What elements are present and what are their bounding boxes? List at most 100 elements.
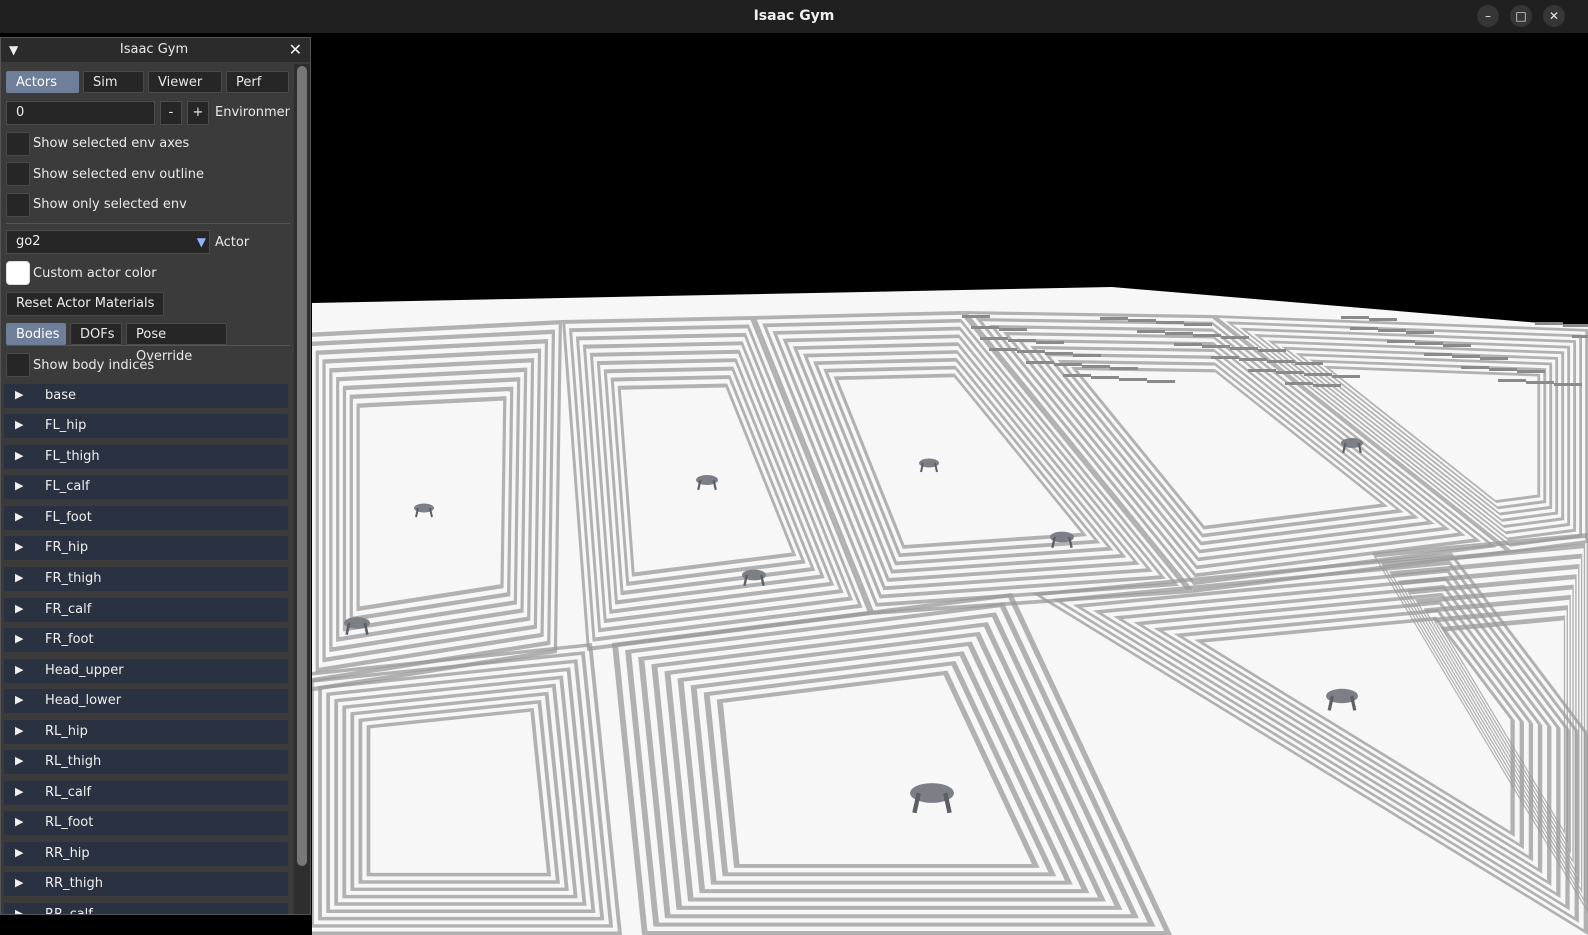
expand-arrow-icon: ▶ xyxy=(15,510,24,523)
body-name: FR_thigh xyxy=(45,571,102,586)
expand-arrow-icon: ▶ xyxy=(15,754,24,767)
body-name: base xyxy=(45,388,76,403)
terrain-block xyxy=(1285,382,1313,385)
expand-arrow-icon: ▶ xyxy=(15,724,24,737)
panel-close-icon[interactable]: ✕ xyxy=(289,40,302,59)
body-tree-row[interactable]: ▶ RL_thigh xyxy=(4,750,288,774)
stair-step xyxy=(1555,357,1559,515)
stair-step xyxy=(356,403,360,612)
terrain-block xyxy=(1045,352,1073,355)
tab-bodies[interactable]: Bodies xyxy=(6,323,66,345)
stair-step xyxy=(1563,615,1566,835)
body-tree-row[interactable]: ▶ RL_calf xyxy=(4,781,288,805)
close-window-icon[interactable]: ✕ xyxy=(1543,5,1565,27)
terrain-block xyxy=(1480,357,1508,360)
environment-index-input[interactable]: 0 xyxy=(6,101,155,125)
terrain-block xyxy=(1276,371,1304,374)
body-tree-row[interactable]: ▶ FR_foot xyxy=(4,628,288,652)
body-tree-row[interactable]: ▶ RL_foot xyxy=(4,811,288,835)
body-tree-row[interactable]: ▶ RR_hip xyxy=(4,842,288,866)
terrain-block xyxy=(1230,347,1258,350)
body-name: FL_hip xyxy=(45,418,87,433)
terrain-block xyxy=(1443,344,1471,347)
terrain-block xyxy=(1073,354,1101,357)
tab-actors[interactable]: Actors xyxy=(6,71,79,93)
body-name: RL_thigh xyxy=(45,754,102,769)
tab-sim[interactable]: Sim xyxy=(83,71,144,93)
tab-perf[interactable]: Perf xyxy=(226,71,289,93)
show-only-env-checkbox[interactable] xyxy=(6,193,30,217)
terrain-block xyxy=(1461,366,1489,369)
terrain-block xyxy=(1452,355,1480,358)
body-tree-row[interactable]: ▶ FR_calf xyxy=(4,598,288,622)
maximize-icon[interactable]: □ xyxy=(1510,5,1532,27)
terrain-block xyxy=(1295,362,1323,365)
body-tree-row[interactable]: ▶ Head_upper xyxy=(4,659,288,683)
terrain-block xyxy=(1091,376,1119,379)
terrain-block xyxy=(1378,329,1406,332)
terrain-block xyxy=(1239,358,1267,361)
terrain-block xyxy=(1119,378,1147,381)
body-tree-row[interactable]: ▶ FL_hip xyxy=(4,414,288,438)
terrain-block xyxy=(1341,316,1369,319)
custom-actor-color-swatch[interactable] xyxy=(6,261,30,285)
body-name: Head_upper xyxy=(45,663,124,678)
chevron-down-icon: ▼ xyxy=(196,235,206,249)
body-tree-row[interactable]: ▶ base xyxy=(4,384,288,408)
show-env-outline-checkbox[interactable] xyxy=(6,162,30,186)
expand-arrow-icon: ▶ xyxy=(15,418,24,431)
body-name: RR_thigh xyxy=(45,876,104,891)
reset-actor-materials-button[interactable]: Reset Actor Materials xyxy=(6,292,165,316)
stair-step xyxy=(349,394,353,622)
body-tree-row[interactable]: ▶ FL_calf xyxy=(4,475,288,499)
body-tree-row[interactable]: ▶ FL_thigh xyxy=(4,445,288,469)
body-tree-row[interactable]: ▶ FL_foot xyxy=(4,506,288,530)
expand-arrow-icon: ▶ xyxy=(15,540,24,553)
tab-dofs[interactable]: DOFs xyxy=(70,323,122,345)
stair-step xyxy=(1569,594,1571,855)
expand-arrow-icon: ▶ xyxy=(15,876,24,889)
terrain-block xyxy=(1211,356,1239,359)
terrain-block xyxy=(1350,327,1378,330)
terrain-block xyxy=(1184,323,1212,326)
environment-decrement-button[interactable]: - xyxy=(160,101,182,125)
terrain-block xyxy=(1137,330,1165,333)
show-env-axes-checkbox[interactable] xyxy=(6,132,30,156)
expand-arrow-icon: ▶ xyxy=(15,602,24,615)
body-name: RL_hip xyxy=(45,724,88,739)
stair-step xyxy=(334,699,339,906)
stair-step xyxy=(642,931,1172,935)
body-tree-row[interactable]: ▶ FR_thigh xyxy=(4,567,288,591)
terrain-block xyxy=(962,315,990,318)
actor-select[interactable]: go2 ▼ xyxy=(6,230,210,254)
environment-increment-button[interactable]: + xyxy=(187,101,209,125)
stair-step xyxy=(1580,553,1583,894)
body-tree-row[interactable]: ▶ FR_hip xyxy=(4,536,288,560)
terrain-block xyxy=(1017,350,1045,353)
minimize-icon[interactable]: – xyxy=(1477,5,1499,27)
show-body-indices-checkbox[interactable] xyxy=(6,353,30,377)
tab-pose-override[interactable]: Pose Override xyxy=(126,323,227,364)
panel-scrollbar-thumb[interactable] xyxy=(297,66,307,866)
body-tree-row[interactable]: ▶ RR_calf xyxy=(4,903,288,914)
terrain-block xyxy=(1258,349,1286,352)
stair-step xyxy=(1567,345,1571,526)
stair-step xyxy=(318,916,605,921)
terrain-block xyxy=(1100,317,1128,320)
stair-step xyxy=(1573,340,1577,532)
body-tree-row[interactable]: ▶ RL_hip xyxy=(4,720,288,744)
panel-title: Isaac Gym xyxy=(119,42,189,57)
terrain-block xyxy=(1517,370,1545,373)
body-tree-row[interactable]: ▶ Head_lower xyxy=(4,689,288,713)
show-env-axes-label: Show selected env axes xyxy=(33,136,190,151)
terrain-block xyxy=(989,348,1017,351)
tab-viewer[interactable]: Viewer xyxy=(148,71,222,93)
terrain-block xyxy=(1332,375,1360,378)
terrain-scene xyxy=(312,287,1588,935)
simulation-viewport[interactable] xyxy=(312,33,1588,935)
terrain-block xyxy=(1054,363,1082,366)
terrain-block xyxy=(1202,345,1230,348)
show-body-indices-label: Show body indices xyxy=(33,358,155,373)
terrain-block xyxy=(1415,342,1443,345)
body-tree-row[interactable]: ▶ RR_thigh xyxy=(4,872,288,896)
